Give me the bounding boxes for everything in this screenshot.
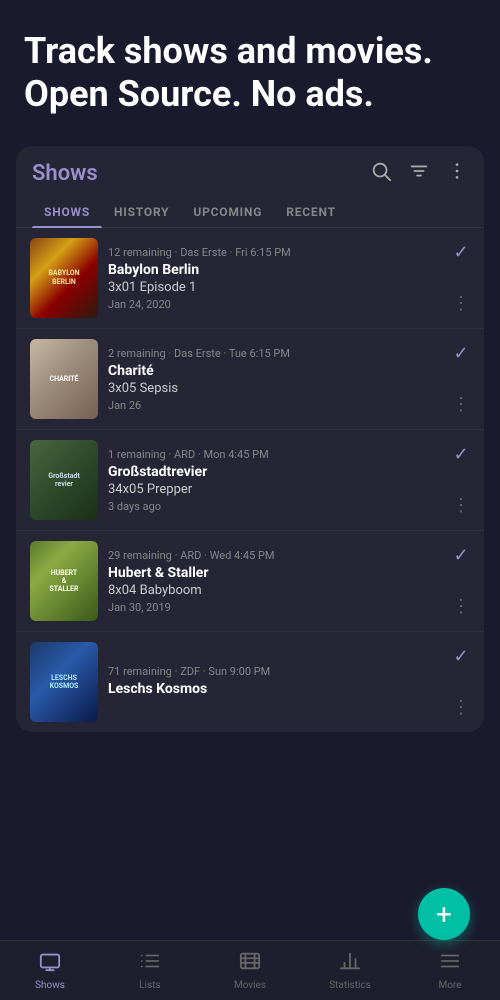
show-episode: 3x01 Episode 1 (108, 280, 442, 295)
card-header-icons (370, 160, 468, 187)
show-meta: 1 remaining · ARD · Mon 4:45 PM (108, 448, 442, 461)
nav-item-lists[interactable]: Lists (100, 944, 200, 997)
list-icon (139, 950, 161, 977)
show-date: Jan 26 (108, 399, 442, 412)
show-actions: ✓ ⋮ (452, 339, 470, 419)
show-actions: ✓ ⋮ (452, 238, 470, 318)
tab-shows[interactable]: SHOWS (32, 197, 102, 227)
nav-item-movies[interactable]: Movies (200, 944, 300, 997)
show-info: 12 remaining · Das Erste · Fri 6:15 PM B… (98, 238, 452, 318)
show-title: Hubert & Staller (108, 565, 442, 581)
tab-bar: SHOWS HISTORY UPCOMING RECENT (16, 187, 484, 228)
show-more-icon[interactable]: ⋮ (452, 495, 470, 516)
show-episode: 3x05 Sepsis (108, 381, 442, 396)
nav-label-more: More (438, 980, 461, 991)
nav-label-shows: Shows (35, 980, 65, 991)
show-meta: 12 remaining · Das Erste · Fri 6:15 PM (108, 246, 442, 259)
hero-section: Track shows and movies. Open Source. No … (0, 0, 500, 136)
show-title: Großstadtrevier (108, 464, 442, 480)
show-actions: ✓ ⋮ (452, 541, 470, 621)
show-title: Leschs Kosmos (108, 681, 442, 697)
show-poster: HUBERT&STALLER (30, 541, 98, 621)
movie-icon (239, 950, 261, 977)
list-item: LESCHSKOSMOS 71 remaining · ZDF · Sun 9:… (16, 632, 484, 732)
show-poster: LESCHSKOSMOS (30, 642, 98, 722)
list-item: BABYLONBERLIN 12 remaining · Das Erste ·… (16, 228, 484, 329)
nav-label-lists: Lists (139, 980, 160, 991)
show-episode: 8x04 Babyboom (108, 583, 442, 598)
more-menu-icon (439, 950, 461, 977)
show-meta: 71 remaining · ZDF · Sun 9:00 PM (108, 665, 442, 678)
show-title: Charité (108, 363, 442, 379)
show-info: 1 remaining · ARD · Mon 4:45 PM Großstad… (98, 440, 452, 520)
tab-recent[interactable]: RECENT (274, 197, 348, 227)
show-episode: 34x05 Prepper (108, 482, 442, 497)
show-actions: ✓ ⋮ (452, 440, 470, 520)
show-poster: CHARITÉ (30, 339, 98, 419)
show-info: 71 remaining · ZDF · Sun 9:00 PM Leschs … (98, 642, 452, 722)
fab-add-button[interactable]: + (418, 888, 470, 940)
check-icon[interactable]: ✓ (453, 545, 468, 566)
check-icon[interactable]: ✓ (453, 343, 468, 364)
check-icon[interactable]: ✓ (453, 444, 468, 465)
show-date: Jan 24, 2020 (108, 298, 442, 311)
show-more-icon[interactable]: ⋮ (452, 596, 470, 617)
overflow-menu-icon[interactable] (446, 160, 468, 187)
show-more-icon[interactable]: ⋮ (452, 293, 470, 314)
show-date: 3 days ago (108, 500, 442, 513)
list-item: HUBERT&STALLER 29 remaining · ARD · Wed … (16, 531, 484, 632)
search-icon[interactable] (370, 160, 392, 187)
show-meta: 2 remaining · Das Erste · Tue 6:15 PM (108, 347, 442, 360)
app-card: Shows (16, 146, 484, 732)
tab-history[interactable]: HISTORY (102, 197, 181, 227)
show-poster: BABYLONBERLIN (30, 238, 98, 318)
show-info: 2 remaining · Das Erste · Tue 6:15 PM Ch… (98, 339, 452, 419)
check-icon[interactable]: ✓ (453, 646, 468, 667)
card-header: Shows (16, 146, 484, 187)
show-more-icon[interactable]: ⋮ (452, 394, 470, 415)
list-item: Großstadtrevier 1 remaining · ARD · Mon … (16, 430, 484, 531)
nav-item-shows[interactable]: Shows (0, 944, 100, 997)
bottom-navigation: Shows Lists Movies (0, 940, 500, 1000)
list-item: CHARITÉ 2 remaining · Das Erste · Tue 6:… (16, 329, 484, 430)
nav-item-statistics[interactable]: Statistics (300, 944, 400, 997)
hero-title: Track shows and movies. Open Source. No … (24, 30, 476, 116)
filter-icon[interactable] (408, 160, 430, 187)
card-title: Shows (32, 161, 98, 186)
show-title: Babylon Berlin (108, 262, 442, 278)
check-icon[interactable]: ✓ (453, 242, 468, 263)
show-info: 29 remaining · ARD · Wed 4:45 PM Hubert … (98, 541, 452, 621)
nav-item-more[interactable]: More (400, 944, 500, 997)
show-date: Jan 30, 2019 (108, 601, 442, 614)
nav-label-statistics: Statistics (329, 980, 371, 991)
nav-label-movies: Movies (234, 980, 266, 991)
tv-icon (39, 950, 61, 977)
show-actions: ✓ ⋮ (452, 642, 470, 722)
show-poster: Großstadtrevier (30, 440, 98, 520)
statistics-icon (339, 950, 361, 977)
tab-upcoming[interactable]: UPCOMING (181, 197, 274, 227)
show-list: BABYLONBERLIN 12 remaining · Das Erste ·… (16, 228, 484, 732)
show-meta: 29 remaining · ARD · Wed 4:45 PM (108, 549, 442, 562)
show-more-icon[interactable]: ⋮ (452, 697, 470, 718)
